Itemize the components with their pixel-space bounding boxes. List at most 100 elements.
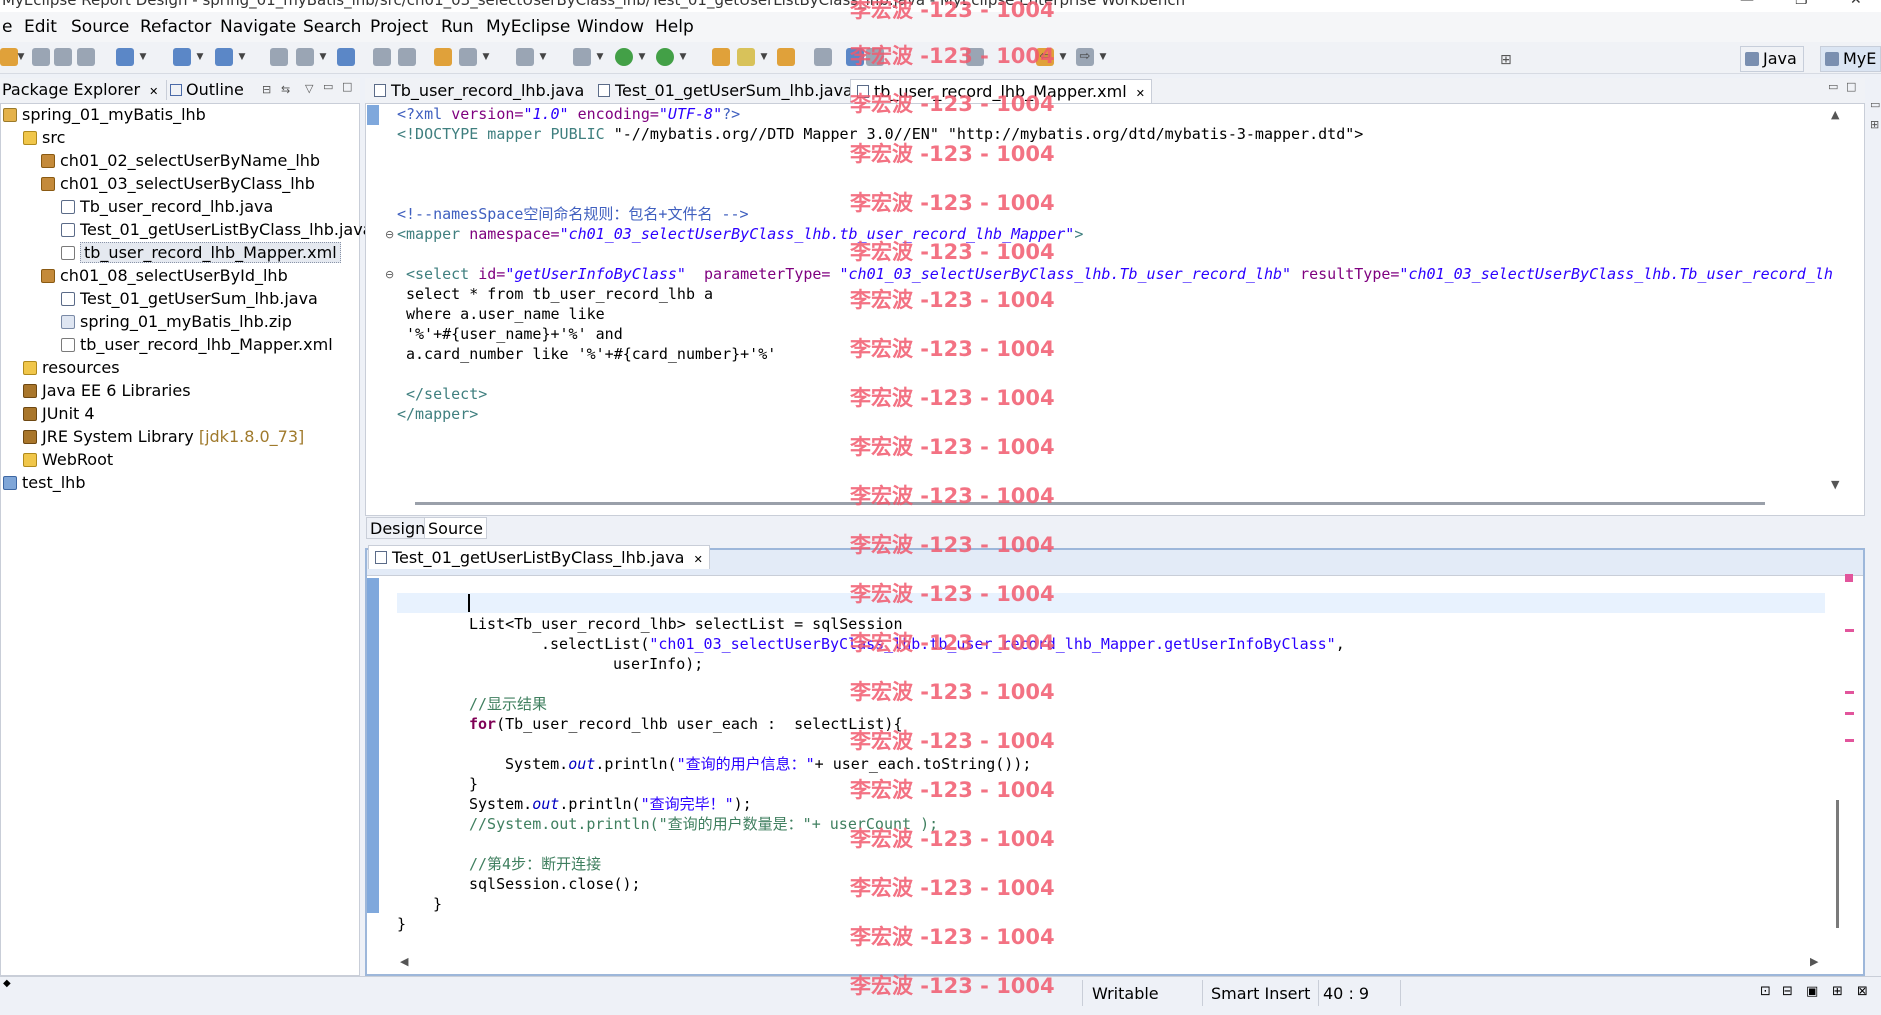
- overview-mark[interactable]: [1845, 629, 1854, 632]
- forward-icon[interactable]: ⇨: [1076, 48, 1094, 66]
- tree-item-file[interactable]: spring_01_myBatis_lhb.zip: [61, 311, 292, 333]
- save-all-icon[interactable]: [54, 48, 72, 66]
- tab-package-explorer[interactable]: Package Explorer ✕: [2, 80, 158, 99]
- tab-outline[interactable]: Outline: [170, 80, 244, 99]
- overview-mark[interactable]: [1845, 691, 1854, 694]
- open-resource-icon[interactable]: [777, 48, 795, 66]
- web-browser-icon[interactable]: [337, 48, 355, 66]
- problems-icon[interactable]: ⊠: [1857, 984, 1868, 999]
- toggle-icon[interactable]: [459, 48, 477, 66]
- scroll-right-icon[interactable]: ▶: [1810, 955, 1818, 968]
- tree-item-folder[interactable]: resources: [23, 357, 120, 379]
- tab-test-get-user-list[interactable]: Test_01_getUserListByClass_lhb.java ✕: [368, 545, 710, 569]
- vertical-scrollbar[interactable]: [1836, 800, 1839, 928]
- perspective-java[interactable]: Java: [1740, 46, 1804, 72]
- tree-item-package[interactable]: ch01_08_selectUserById_lhb: [41, 265, 288, 287]
- fold-icon[interactable]: ⊖: [385, 268, 394, 281]
- maximize-icon[interactable]: □: [342, 80, 352, 93]
- maximize-icon[interactable]: □: [1846, 80, 1856, 93]
- tree-item-file-selected[interactable]: tb_user_record_lhb_Mapper.xml: [61, 242, 341, 264]
- toggle-dropdown-icon[interactable]: ▼: [481, 48, 491, 66]
- deploy-dropdown-icon[interactable]: ▼: [195, 48, 205, 66]
- tree-item-library[interactable]: JRE System Library [jdk1.8.0_73]: [23, 426, 304, 448]
- collapse-all-icon[interactable]: ⊟: [262, 83, 271, 96]
- external-tools-dropdown-icon[interactable]: ▼: [678, 48, 688, 66]
- run-icon[interactable]: [615, 48, 633, 66]
- tab-source[interactable]: Source: [424, 517, 487, 539]
- print-icon[interactable]: [77, 48, 95, 66]
- server-dropdown-icon[interactable]: ▼: [237, 48, 247, 66]
- tree-item-library[interactable]: JUnit 4: [23, 403, 95, 425]
- tab-tb-user-record-java[interactable]: Tb_user_record_lhb.java: [368, 79, 590, 103]
- annotation-icon[interactable]: [814, 48, 832, 66]
- save-icon[interactable]: [32, 48, 50, 66]
- tree-item-file[interactable]: Test_01_getUserSum_lhb.java: [61, 288, 318, 310]
- pen-dropdown-icon[interactable]: ▼: [759, 48, 769, 66]
- tree-item-file[interactable]: Test_01_getUserListByClass_lhb.java: [61, 219, 372, 241]
- menu-window[interactable]: Window: [577, 17, 644, 37]
- minimize-icon[interactable]: ▭: [323, 80, 333, 93]
- menu-edit[interactable]: Edit: [24, 17, 57, 37]
- new-project-icon[interactable]: [116, 48, 134, 66]
- menu-run[interactable]: Run: [441, 17, 474, 37]
- tree-item-file[interactable]: tb_user_record_lhb_Mapper.xml: [61, 334, 333, 356]
- close-icon[interactable]: ✕: [1850, 0, 1862, 8]
- close-icon[interactable]: ✕: [149, 85, 158, 98]
- error-marker[interactable]: [1845, 574, 1853, 582]
- perspective-myeclipse[interactable]: MyE: [1820, 46, 1881, 72]
- link-editor-icon[interactable]: ⇆: [281, 83, 290, 96]
- minimize-icon[interactable]: ▭: [1828, 80, 1838, 93]
- server-icon[interactable]: [215, 48, 233, 66]
- menu-help[interactable]: Help: [655, 17, 694, 37]
- tree-item-folder[interactable]: WebRoot: [23, 449, 113, 471]
- menu-navigate[interactable]: Navigate: [220, 17, 296, 37]
- error-log-icon[interactable]: ⊟: [1782, 984, 1793, 999]
- tree-item-src[interactable]: src: [23, 127, 65, 149]
- run-dropdown-icon[interactable]: ▼: [637, 48, 647, 66]
- fold-icon[interactable]: ⊖: [385, 228, 394, 241]
- console-icon[interactable]: ▣: [1806, 984, 1818, 999]
- menu-refactor[interactable]: Refactor: [140, 17, 211, 37]
- maximize-icon[interactable]: ❐: [1795, 0, 1808, 8]
- scroll-left-icon[interactable]: ◀: [400, 955, 408, 968]
- progress-icon[interactable]: ⊡: [1760, 984, 1771, 999]
- open-folder-icon[interactable]: [712, 48, 730, 66]
- external-tools-icon[interactable]: [656, 48, 674, 66]
- close-icon[interactable]: ✕: [694, 553, 703, 566]
- tree-item-project[interactable]: test_lhb: [3, 472, 85, 494]
- tasks-icon[interactable]: ⊞: [1832, 984, 1843, 999]
- debug-dropdown-icon[interactable]: ▼: [595, 48, 605, 66]
- menu-search[interactable]: Search: [303, 17, 361, 37]
- scroll-down-icon[interactable]: ▼: [1831, 478, 1839, 491]
- view-menu-icon[interactable]: ▽: [305, 82, 313, 95]
- menu-myeclipse[interactable]: MyEclipse: [486, 17, 570, 37]
- close-icon[interactable]: ✕: [1136, 87, 1145, 100]
- debug-icon[interactable]: [573, 48, 591, 66]
- build-icon[interactable]: [373, 48, 391, 66]
- horizontal-scrollbar[interactable]: [415, 502, 1765, 505]
- report-icon[interactable]: [296, 48, 314, 66]
- pen-icon[interactable]: [737, 48, 755, 66]
- open-type-icon[interactable]: [270, 48, 288, 66]
- tree-item-project[interactable]: spring_01_myBatis_lhb: [3, 104, 206, 126]
- new-project-dropdown-icon[interactable]: ▼: [138, 48, 148, 66]
- forward-dropdown-icon[interactable]: ▼: [1098, 48, 1108, 66]
- console-dropdown-icon[interactable]: ▼: [538, 48, 548, 66]
- open-task-icon[interactable]: [434, 48, 452, 66]
- overview-mark[interactable]: [1845, 712, 1854, 715]
- menu-project[interactable]: Project: [370, 17, 428, 37]
- tab-design[interactable]: Design: [366, 517, 430, 539]
- tree-item-package[interactable]: ch01_02_selectUserByName_lhb: [41, 150, 320, 172]
- tree-item-package[interactable]: ch01_03_selectUserByClass_lhb: [41, 173, 315, 195]
- deploy-icon[interactable]: [173, 48, 191, 66]
- restore-icon[interactable]: ▭: [1870, 98, 1880, 111]
- view-icon[interactable]: ⊞: [1870, 118, 1879, 131]
- console-icon[interactable]: [516, 48, 534, 66]
- tab-test-get-user-sum[interactable]: Test_01_getUserSum_lhb.java: [592, 79, 859, 103]
- scroll-up-icon[interactable]: ▲: [1831, 108, 1839, 121]
- tree-item-library[interactable]: Java EE 6 Libraries: [23, 380, 191, 402]
- menu-file[interactable]: e: [2, 17, 12, 37]
- new-dropdown-icon[interactable]: ▼: [16, 48, 26, 66]
- tree-item-file[interactable]: Tb_user_record_lhb.java: [61, 196, 273, 218]
- minimize-icon[interactable]: —: [1740, 0, 1754, 8]
